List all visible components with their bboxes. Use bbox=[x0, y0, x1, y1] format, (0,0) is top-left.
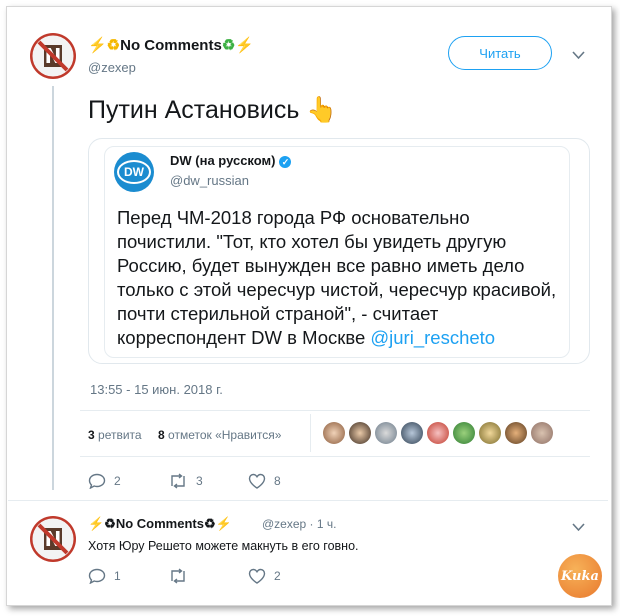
like-button[interactable]: 2 bbox=[248, 568, 281, 584]
reply-text: Хотя Юру Решето можете макнуть в его гов… bbox=[88, 539, 359, 553]
reply-author-avatar[interactable]: N bbox=[30, 516, 76, 562]
quoted-author-name: DW (на русском) ✓ bbox=[170, 153, 292, 168]
reply-button[interactable]: 1 bbox=[88, 568, 121, 584]
retweet-button[interactable]: 3 bbox=[168, 473, 203, 489]
retweet-button[interactable] bbox=[168, 568, 196, 584]
mention-link[interactable]: @juri_rescheto bbox=[370, 327, 495, 348]
liker-avatar[interactable] bbox=[349, 422, 371, 444]
likers-avatars[interactable] bbox=[323, 422, 553, 444]
reply-icon bbox=[88, 473, 106, 489]
author-handle[interactable]: @zexep bbox=[88, 60, 136, 75]
reply-author-name[interactable]: ⚡♻No Comments♻⚡ bbox=[88, 516, 232, 532]
retweet-icon bbox=[171, 473, 185, 489]
thread-line bbox=[52, 86, 54, 490]
liker-avatar[interactable] bbox=[479, 422, 501, 444]
watermark-logo: Kuka bbox=[558, 554, 602, 598]
liker-avatar[interactable] bbox=[375, 422, 397, 444]
chevron-down-icon[interactable] bbox=[572, 520, 585, 535]
divider bbox=[310, 414, 311, 452]
liker-avatar[interactable] bbox=[505, 422, 527, 444]
follow-button[interactable]: Читать bbox=[448, 36, 552, 70]
liker-avatar[interactable] bbox=[427, 422, 449, 444]
reply-author-meta[interactable]: @zexep · 1 ч. bbox=[262, 517, 336, 531]
dw-logo-icon: DW bbox=[114, 152, 154, 192]
divider bbox=[80, 456, 590, 457]
author-avatar[interactable]: N bbox=[30, 33, 76, 79]
verified-icon: ✓ bbox=[279, 155, 292, 168]
heart-icon bbox=[248, 473, 266, 489]
liker-avatar[interactable] bbox=[401, 422, 423, 444]
quoted-author-handle: @dw_russian bbox=[170, 173, 249, 188]
liker-avatar[interactable] bbox=[453, 422, 475, 444]
divider bbox=[80, 410, 590, 411]
retweets-stat[interactable]: 3 ретвита bbox=[88, 428, 142, 442]
divider bbox=[8, 500, 608, 501]
reply-icon bbox=[88, 568, 106, 584]
reply-button[interactable]: 2 bbox=[88, 473, 121, 489]
tweet-text: Путин Астановись 👆 bbox=[88, 96, 338, 124]
liker-avatar[interactable] bbox=[531, 422, 553, 444]
likes-stat[interactable]: 8 отметок «Нравится» bbox=[158, 428, 281, 442]
retweet-icon bbox=[171, 568, 185, 584]
quoted-text: Перед ЧМ-2018 города РФ основательно поч… bbox=[117, 207, 557, 348]
author-name[interactable]: ⚡♻No Comments♻⚡ bbox=[88, 36, 254, 54]
heart-icon bbox=[248, 568, 266, 584]
like-button[interactable]: 8 bbox=[248, 473, 281, 489]
chevron-down-icon[interactable] bbox=[572, 48, 585, 63]
tweet-timestamp[interactable]: 13:55 - 15 июн. 2018 г. bbox=[90, 382, 223, 397]
liker-avatar[interactable] bbox=[323, 422, 345, 444]
